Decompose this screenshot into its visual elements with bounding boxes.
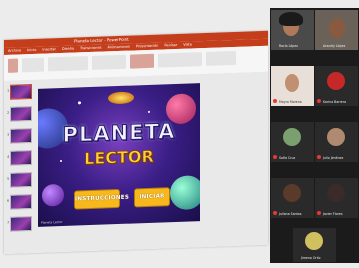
mic-muted-icon: [273, 211, 277, 215]
participant-tile[interactable]: Juliana Santos: [271, 178, 314, 218]
slide-title-lector: LECTOR: [84, 146, 154, 169]
hair: [279, 12, 303, 26]
participant-name: Karina Barrera: [323, 100, 347, 104]
participant-tile[interactable]: Jimena Ortiz: [293, 228, 336, 262]
mic-muted-icon: [273, 155, 277, 159]
slide-caption: Planeta Lector: [41, 219, 63, 225]
avatar: [283, 128, 301, 146]
participant-tile[interactable]: Karina Barrera: [315, 66, 358, 106]
font-group[interactable]: [48, 56, 88, 72]
participant-tile[interactable]: Sofía Cruz: [271, 122, 314, 162]
participant-name: Jimena Ortiz: [301, 256, 321, 260]
participant-name: Julio Jiménez: [323, 156, 344, 160]
editing-group[interactable]: [206, 50, 236, 66]
participant-tile[interactable]: Javier Flores: [315, 178, 358, 218]
slide-title-planeta: PLANETA: [62, 119, 176, 148]
slide-thumbnail[interactable]: 4: [7, 150, 32, 166]
slide-thumbnails: 1 2 3 4 5 6 7: [6, 82, 32, 252]
slide-thumbnail[interactable]: 6: [7, 194, 32, 210]
slide-thumbnail[interactable]: 5: [7, 172, 32, 188]
planet-icon: [170, 175, 200, 211]
quick-styles-group[interactable]: [158, 52, 202, 68]
photo-background: Planeta Lector - PowerPoint Archivo Inic…: [0, 0, 359, 268]
participant-tile[interactable]: Aracely López: [315, 10, 358, 50]
avatar: [327, 72, 345, 90]
participant-tile[interactable]: Rocío López: [271, 10, 314, 50]
participant-name: Rocío López: [279, 44, 298, 48]
avatar: [327, 128, 345, 146]
star-icon: [78, 101, 81, 105]
slides-group[interactable]: [22, 57, 44, 73]
avatar: [327, 184, 345, 202]
paragraph-group[interactable]: [92, 54, 126, 70]
mic-muted-icon: [317, 99, 321, 103]
participant-video: [285, 74, 299, 92]
participant-name: Juliana Santos: [279, 212, 302, 216]
participant-name: Sofía Cruz: [279, 156, 296, 160]
editor-area: 1 2 3 4 5 6 7 PLANETA LECTOR INSTRUCCION…: [4, 71, 268, 254]
slide-thumbnail[interactable]: 1: [7, 84, 32, 100]
participant-name: Javier Flores: [323, 212, 343, 216]
paste-button[interactable]: [8, 58, 18, 73]
video-call-panel: Rocío López Aracely López Mayra Moreno K…: [270, 8, 359, 263]
slide-thumbnail[interactable]: 3: [7, 128, 32, 144]
start-button[interactable]: INICIAR: [134, 187, 170, 208]
slide-thumbnail[interactable]: 2: [7, 106, 32, 122]
mic-muted-icon: [317, 211, 321, 215]
star-icon: [148, 110, 150, 113]
mic-muted-icon: [317, 155, 321, 159]
powerpoint-window: Planeta Lector - PowerPoint Archivo Inic…: [4, 30, 268, 255]
slide-canvas[interactable]: PLANETA LECTOR INSTRUCCIONES INICIAR Pla…: [38, 83, 200, 227]
planet-icon: [42, 183, 64, 207]
mic-muted-icon: [273, 99, 277, 103]
participant-name: Aracely López: [323, 44, 346, 48]
participant-name: Mayra Moreno: [279, 100, 302, 104]
avatar: [283, 184, 301, 202]
instructions-button[interactable]: INSTRUCCIONES: [74, 188, 129, 210]
drawing-group[interactable]: [130, 53, 154, 69]
slide-thumbnail[interactable]: 7: [7, 216, 32, 232]
avatar: [305, 232, 323, 250]
participant-tile[interactable]: Mayra Moreno: [271, 66, 314, 106]
participant-video: [329, 18, 345, 38]
participant-tile[interactable]: Julio Jiménez: [315, 122, 358, 162]
ufo-icon: [108, 91, 134, 105]
